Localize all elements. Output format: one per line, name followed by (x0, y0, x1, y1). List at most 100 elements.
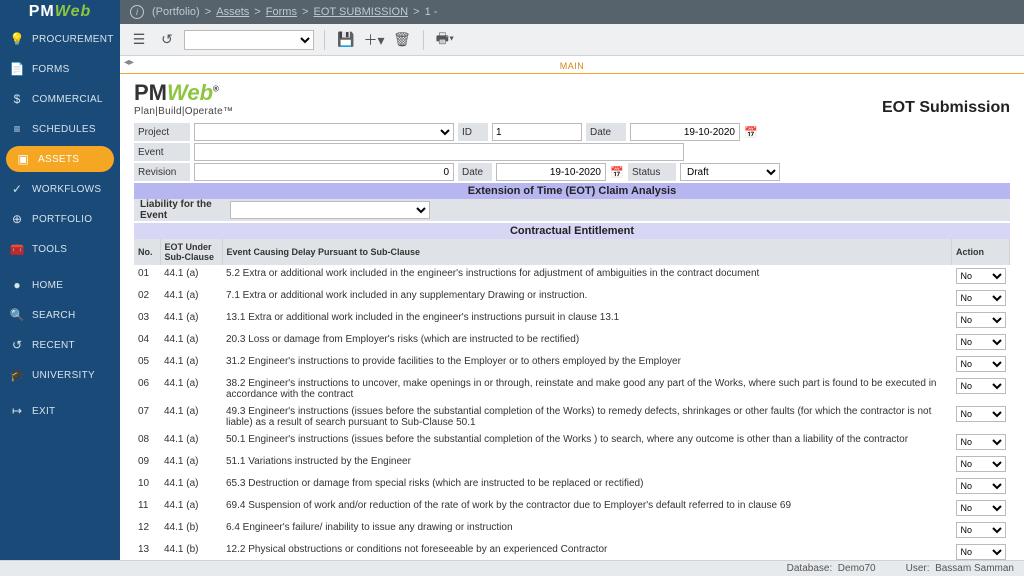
info-icon[interactable]: i (130, 5, 144, 19)
id-field[interactable] (492, 123, 582, 141)
date2-field[interactable] (496, 163, 606, 181)
cell-subclause: 44.1 (a) (160, 453, 222, 475)
date-field[interactable] (630, 123, 740, 141)
breadcrumb-item[interactable]: 1 - (425, 6, 438, 18)
cell-event: 50.1 Engineer's instructions (issues bef… (222, 431, 952, 453)
history-icon[interactable]: ↺ (156, 29, 178, 51)
project-select[interactable] (194, 123, 454, 141)
page-title: EOT Submission (882, 99, 1010, 117)
cell-subclause: 44.1 (a) (160, 353, 222, 375)
revision-field[interactable] (194, 163, 454, 181)
tab-main[interactable]: MAIN (550, 59, 595, 73)
table-row: 0444.1 (a)20.3 Loss or damage from Emplo… (134, 331, 1010, 353)
action-select[interactable]: No (956, 312, 1006, 328)
sidebar-item-forms[interactable]: 📄FORMS (0, 54, 120, 84)
recent-icon: ↺ (10, 338, 24, 352)
action-select[interactable]: No (956, 334, 1006, 350)
cell-subclause: 44.1 (b) (160, 519, 222, 541)
cell-subclause: 44.1 (a) (160, 403, 222, 431)
sidebar-item-university[interactable]: 🎓UNIVERSITY (0, 360, 120, 390)
col-no: No. (134, 239, 160, 265)
table-row: 0944.1 (a)51.1 Variations instructed by … (134, 453, 1010, 475)
assets-icon: ▣ (16, 152, 30, 166)
save-icon[interactable]: 💾 (335, 29, 357, 51)
cell-no: 06 (134, 375, 160, 403)
sidebar-item-schedules[interactable]: ≡SCHEDULES (0, 114, 120, 144)
add-icon[interactable]: ＋▾ (363, 29, 385, 51)
calendar-icon[interactable]: 📅 (744, 126, 792, 139)
sidebar-item-commercial[interactable]: $ COMMERCIAL (0, 84, 120, 114)
cell-subclause: 44.1 (a) (160, 431, 222, 453)
cell-no: 11 (134, 497, 160, 519)
cell-subclause: 44.1 (a) (160, 497, 222, 519)
sidebar-item-portfolio[interactable]: ⊕PORTFOLIO (0, 204, 120, 234)
table-row: 0744.1 (a)49.3 Engineer's instructions (… (134, 403, 1010, 431)
delete-icon[interactable]: 🗑 (391, 29, 413, 51)
breadcrumb-item[interactable]: EOT SUBMISSION (314, 6, 409, 18)
toolbar-select[interactable] (184, 30, 314, 50)
action-select[interactable]: No (956, 522, 1006, 538)
action-select[interactable]: No (956, 434, 1006, 450)
table-row: 0344.1 (a)13.1 Extra or additional work … (134, 309, 1010, 331)
event-field[interactable] (194, 143, 684, 161)
action-select[interactable]: No (956, 456, 1006, 472)
cell-subclause: 44.1 (a) (160, 375, 222, 403)
cell-event: 7.1 Extra or additional work included in… (222, 287, 952, 309)
section-claim-analysis: Extension of Time (EOT) Claim Analysis (134, 183, 1010, 199)
schedules-icon: ≡ (10, 122, 24, 136)
breadcrumb-item[interactable]: Forms (266, 6, 297, 18)
sidebar-item-assets[interactable]: ▣ ASSETS (6, 146, 114, 172)
sidebar-item-home[interactable]: ●HOME (0, 270, 120, 300)
exit-icon: ↦ (10, 404, 24, 418)
sidebar-item-label: ASSETS (38, 154, 79, 165)
action-select[interactable]: No (956, 544, 1006, 560)
sidebar-item-recent[interactable]: ↺RECENT (0, 330, 120, 360)
cell-no: 12 (134, 519, 160, 541)
sidebar-item-label: UNIVERSITY (32, 370, 95, 381)
app-logo: PMWeb (0, 0, 120, 24)
action-select[interactable]: No (956, 268, 1006, 284)
cell-event: 13.1 Extra or additional work included i… (222, 309, 952, 331)
action-select[interactable]: No (956, 378, 1006, 394)
entitlement-table: No. EOT Under Sub-Clause Event Causing D… (134, 239, 1010, 560)
calendar-icon[interactable]: 📅 (610, 166, 624, 179)
sidebar-item-search[interactable]: 🔍SEARCH (0, 300, 120, 330)
commercial-icon: $ (10, 92, 24, 106)
sidebar-item-workflows[interactable]: ✓ WORKFLOWS (0, 174, 120, 204)
label-revision: Revision (134, 163, 190, 181)
list-icon[interactable]: ☰ (128, 29, 150, 51)
action-select[interactable]: No (956, 406, 1006, 422)
workflows-icon: ✓ (10, 182, 24, 196)
sidebar-item-exit[interactable]: ↦EXIT (0, 396, 120, 426)
cell-event: 31.2 Engineer's instructions to provide … (222, 353, 952, 375)
cell-no: 03 (134, 309, 160, 331)
table-row: 1244.1 (b)6.4 Engineer's failure/ inabil… (134, 519, 1010, 541)
cell-event: 49.3 Engineer's instructions (issues bef… (222, 403, 952, 431)
sidebar-item-label: FORMS (32, 64, 70, 75)
sidebar-item-label: WORKFLOWS (32, 184, 101, 195)
breadcrumb-bar: i (Portfolio) > Assets > Forms > EOT SUB… (0, 0, 1024, 24)
tools-icon: 🧰 (10, 242, 24, 256)
label-id: ID (458, 123, 488, 141)
label-liability: Liability for the Event (136, 201, 226, 219)
action-select[interactable]: No (956, 500, 1006, 516)
action-select[interactable]: No (956, 356, 1006, 372)
tab-scroll-arrows[interactable]: ◂▸ (124, 57, 134, 68)
table-row: 0544.1 (a)31.2 Engineer's instructions t… (134, 353, 1010, 375)
action-select[interactable]: No (956, 290, 1006, 306)
status-select[interactable]: Draft (680, 163, 780, 181)
sidebar-item-procurement[interactable]: 💡PROCUREMENT (0, 24, 120, 54)
sidebar-item-label: HOME (32, 280, 63, 291)
cell-no: 09 (134, 453, 160, 475)
cell-subclause: 44.1 (a) (160, 309, 222, 331)
print-icon[interactable]: 🖶▾ (434, 29, 456, 51)
col-action: Action (952, 239, 1010, 265)
liability-select[interactable] (230, 201, 430, 219)
cell-event: 51.1 Variations instructed by the Engine… (222, 453, 952, 475)
form-logo: PMWeb® Plan|Build|Operate™ (134, 80, 233, 117)
sidebar-item-tools[interactable]: 🧰TOOLS (0, 234, 120, 264)
breadcrumb-item[interactable]: Assets (216, 6, 249, 18)
col-event: Event Causing Delay Pursuant to Sub-Clau… (222, 239, 952, 265)
sidebar-item-label: COMMERCIAL (32, 94, 103, 105)
action-select[interactable]: No (956, 478, 1006, 494)
